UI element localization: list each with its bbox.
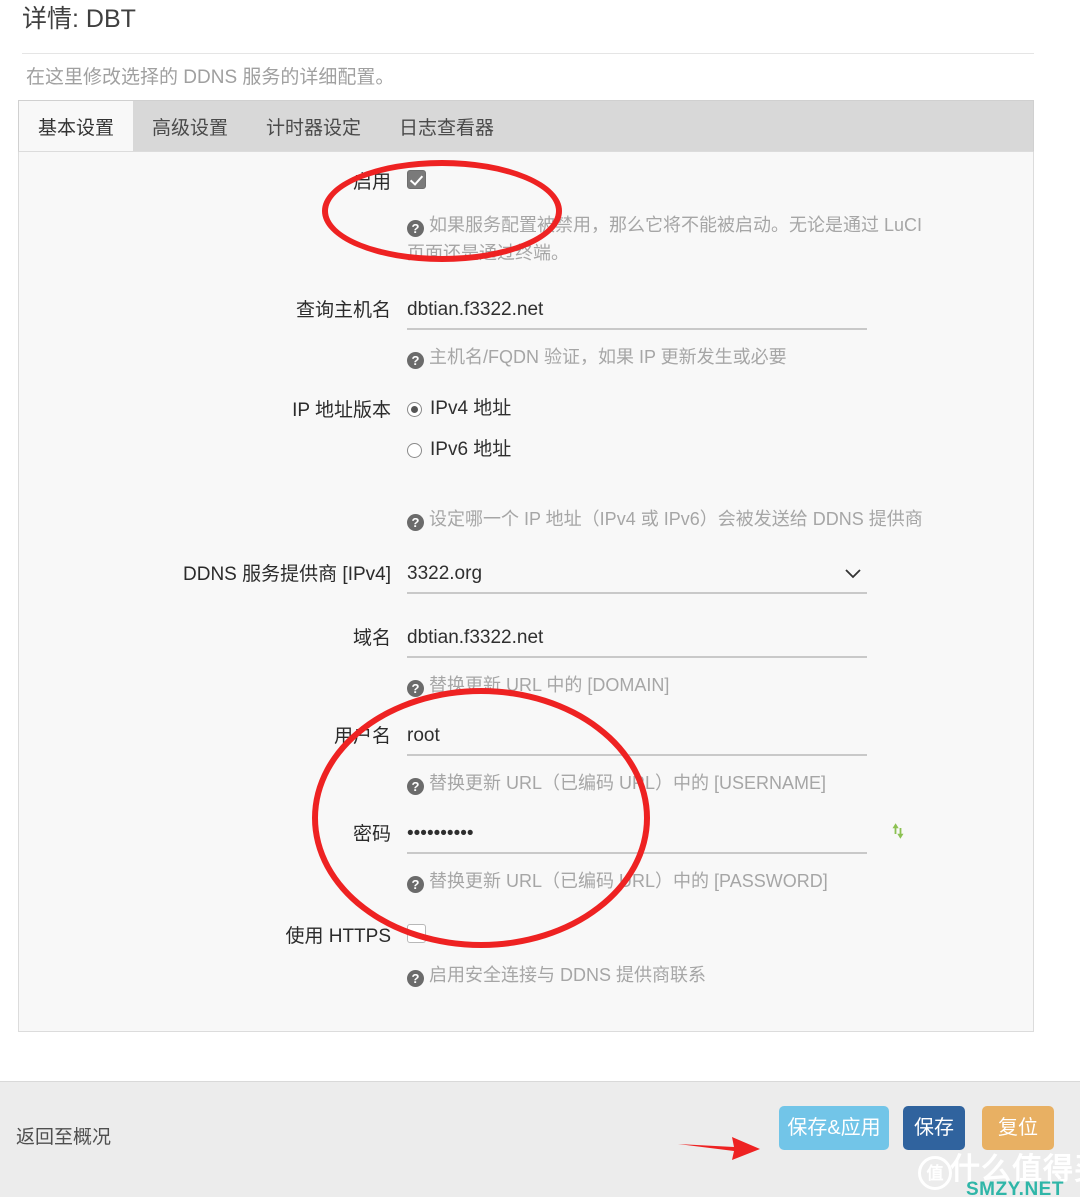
tab-timer-settings[interactable]: 计时器设定 bbox=[247, 101, 380, 151]
field-use-https-label: 使用 HTTPS bbox=[285, 926, 391, 947]
help-icon: ? bbox=[407, 964, 424, 990]
ipv6-radio[interactable] bbox=[407, 442, 422, 458]
field-domain: 域名 ?替换更新 URL 中的 [DOMAIN] bbox=[19, 626, 1033, 700]
title-divider bbox=[22, 53, 1034, 54]
help-icon: ? bbox=[407, 674, 424, 700]
field-username: 用户名 ?替换更新 URL（已编码 URL）中的 [USERNAME] bbox=[19, 724, 1033, 798]
field-password-label: 密码 bbox=[352, 824, 391, 845]
field-domain-hint: ? 替换更新 URL 中的 [DOMAIN] bbox=[407, 672, 929, 700]
help-icon: ? bbox=[407, 346, 424, 372]
ipv6-radio-label: IPv6 地址 bbox=[430, 439, 512, 460]
password-row bbox=[407, 822, 904, 854]
field-ip-version-label: IP 地址版本 bbox=[292, 400, 391, 421]
reset-button[interactable]: 复位 bbox=[982, 1106, 1054, 1150]
radio-option-ipv6[interactable]: IPv6 地址 bbox=[407, 439, 929, 461]
field-domain-label: 域名 bbox=[352, 628, 391, 649]
page-title: 详情: DBT bbox=[22, 5, 136, 33]
field-enabled-hint: ? 如果服务配置被禁用，那么它将不能被启动。无论是通过 LuCI 页面还是通过终端… bbox=[407, 214, 923, 263]
field-password-hint: ? 替换更新 URL（已编码 URL）中的 [PASSWORD] bbox=[407, 868, 929, 896]
action-footer: 返回至概况 保存&应用 保存 复位 bbox=[0, 1081, 1080, 1197]
username-input[interactable] bbox=[407, 724, 867, 756]
help-icon: ? bbox=[407, 870, 424, 896]
provider-select[interactable]: 3322.org bbox=[407, 562, 867, 594]
help-icon: ? bbox=[407, 772, 424, 798]
radio-option-ipv4[interactable]: IPv4 地址 bbox=[407, 398, 929, 420]
basic-settings-form: 启用 ? 如果服务配置被禁用，那么它将不能被启动。无论是通过 LuCI 页面还是通… bbox=[19, 152, 1033, 1031]
field-enabled-label: 启用 bbox=[352, 172, 391, 193]
domain-input[interactable] bbox=[407, 626, 867, 658]
field-lookup-host: 查询主机名 ?主机名/FQDN 验证，如果 IP 更新发生或必要 bbox=[19, 298, 1033, 372]
field-username-label: 用户名 bbox=[333, 726, 391, 747]
field-ip-version: IP 地址版本 IPv4 地址 IPv6 地址 ? 设定哪一个 IP 地址（IPv… bbox=[19, 398, 1033, 534]
field-lookup-host-label: 查询主机名 bbox=[295, 300, 391, 321]
ipv4-radio-label: IPv4 地址 bbox=[430, 398, 512, 419]
use-https-checkbox[interactable] bbox=[407, 924, 426, 943]
field-enabled: 启用 ? 如果服务配置被禁用，那么它将不能被启动。无论是通过 LuCI 页面还是通… bbox=[19, 170, 1033, 266]
field-provider: DDNS 服务提供商 [IPv4] 3322.org bbox=[19, 562, 1033, 594]
tab-log-viewer[interactable]: 日志查看器 bbox=[380, 101, 513, 151]
tab-bar: 基本设置 高级设置 计时器设定 日志查看器 bbox=[18, 100, 1034, 152]
field-ip-version-hint: ? 设定哪一个 IP 地址（IPv4 或 IPv6）会被发送给 DDNS 提供商 bbox=[407, 506, 929, 534]
page-description: 在这里修改选择的 DDNS 服务的详细配置。 bbox=[26, 67, 395, 88]
password-input[interactable] bbox=[407, 822, 867, 854]
tab-basic-settings[interactable]: 基本设置 bbox=[19, 101, 134, 151]
refresh-icon[interactable] bbox=[887, 820, 909, 842]
provider-select-wrap: 3322.org bbox=[407, 562, 867, 594]
back-to-overview-link[interactable]: 返回至概况 bbox=[16, 1122, 111, 1149]
help-icon: ? bbox=[407, 214, 424, 240]
lookup-host-input[interactable] bbox=[407, 298, 867, 330]
settings-panel: 启用 ? 如果服务配置被禁用，那么它将不能被启动。无论是通过 LuCI 页面还是通… bbox=[18, 100, 1034, 1032]
field-username-hint: ? 替换更新 URL（已编码 URL）中的 [USERNAME] bbox=[407, 770, 929, 798]
tab-advanced-settings[interactable]: 高级设置 bbox=[133, 101, 247, 151]
help-icon: ? bbox=[407, 508, 424, 534]
field-password: 密码 ?替换更新 URL（已编码 URL）中的 [PASSWORD] bbox=[19, 822, 1033, 896]
save-and-apply-button[interactable]: 保存&应用 bbox=[779, 1106, 889, 1150]
field-lookup-host-hint: ? 主机名/FQDN 验证，如果 IP 更新发生或必要 bbox=[407, 344, 929, 372]
field-provider-label: DDNS 服务提供商 [IPv4] bbox=[183, 564, 391, 585]
save-button[interactable]: 保存 bbox=[903, 1106, 965, 1150]
field-use-https-hint: ? 启用安全连接与 DDNS 提供商联系 bbox=[407, 962, 929, 990]
enabled-checkbox[interactable] bbox=[407, 170, 426, 189]
field-use-https: 使用 HTTPS ? 启用安全连接与 DDNS 提供商联系 bbox=[19, 924, 1033, 990]
ipv4-radio[interactable] bbox=[407, 401, 422, 417]
